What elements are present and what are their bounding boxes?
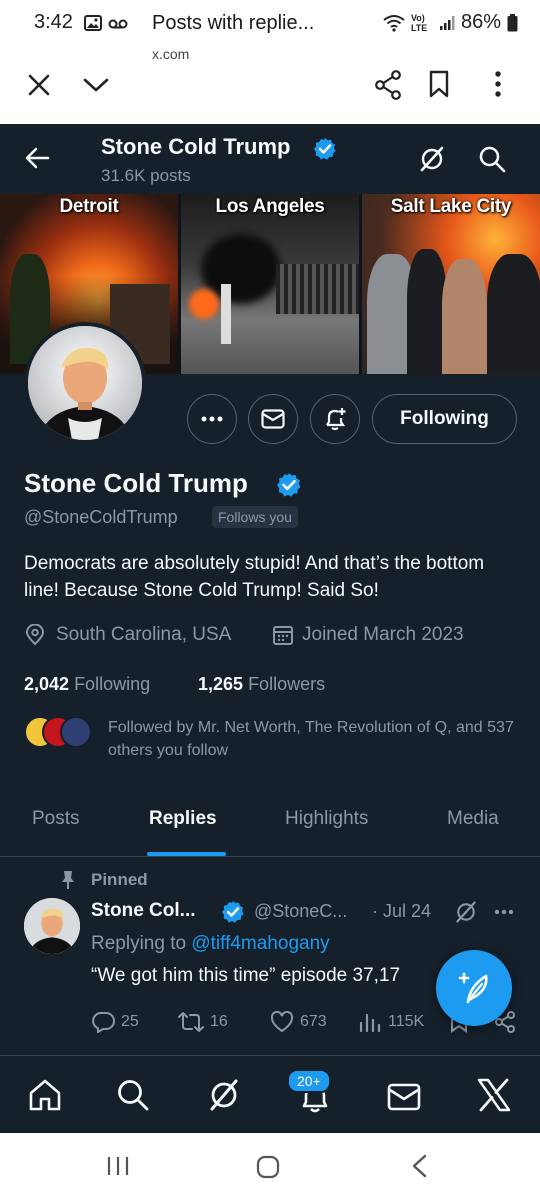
profile-bio: Democrats are absolutely stupid! And tha… [24,553,485,601]
repost-count: 16 [210,1013,228,1030]
bell-plus-icon [326,408,346,431]
repost-button[interactable]: 16 [178,1011,228,1033]
verified-badge-icon [221,900,245,924]
browser-page-url: x.com [152,46,190,62]
tab-posts[interactable]: Posts [32,808,80,830]
header-posts-count: 31.6K posts [101,166,191,185]
header-profile-name: Stone Cold Trump [101,134,291,159]
follows-you-badge: Follows you [212,506,298,528]
status-right: Vo) LTE 86% [383,11,518,34]
profile-location: South Carolina, USA [24,624,231,646]
post-author-handle: @StoneC... [254,901,348,921]
status-notification-icons [84,14,128,32]
following-count: 2,042 [24,674,70,694]
analytics-icon [359,1013,381,1033]
back-chevron-icon[interactable] [410,1154,428,1178]
calendar-icon [273,626,293,645]
back-arrow-icon[interactable] [24,146,50,170]
message-button[interactable] [248,394,298,444]
network-type-label: Vo) LTE [410,12,428,33]
tab-media[interactable]: Media [447,808,499,830]
like-count: 673 [300,1013,327,1030]
profile-avatar[interactable] [24,322,146,444]
following-button[interactable]: Following [372,394,517,444]
battery-icon [507,13,518,31]
reply-button[interactable]: 25 [91,1011,139,1033]
share-icon[interactable] [374,70,402,100]
tab-replies[interactable]: Replies [149,808,217,830]
location-text: South Carolina, USA [56,624,232,645]
signal-icon [439,15,455,30]
followers-count-link[interactable]: 1,265 Followers [198,674,325,695]
home-circle-icon[interactable] [256,1155,280,1179]
replying-to-prefix: Replying to [91,933,187,954]
pin-icon [60,870,76,890]
view-count: 115K [388,1013,425,1030]
banner-label-salt-lake-city: Salt Lake City [390,196,512,217]
tab-highlights[interactable]: Highlights [285,808,368,830]
like-button[interactable]: 673 [270,1011,327,1033]
voicemail-icon [108,19,128,29]
pinned-label: Pinned [91,870,148,889]
banner-label-detroit: Detroit [59,196,119,217]
post-date[interactable]: · Jul 24 [372,901,431,922]
joined-text: Joined March 2023 [302,624,464,645]
following-count-link[interactable]: 2,042 Following [24,674,150,695]
grok-icon[interactable] [418,145,446,173]
more-horizontal-icon [201,416,223,422]
notify-button[interactable] [310,394,360,444]
post-author-avatar[interactable] [24,898,80,954]
bookmark-icon[interactable] [428,70,450,98]
gallery-icon [84,15,102,31]
browser-tab-bar [0,48,540,124]
status-time: 3:42 [34,11,73,33]
reply-count: 25 [121,1013,139,1030]
recent-apps-icon[interactable] [106,1155,130,1177]
follower-avatar [60,716,92,748]
chevron-down-icon[interactable] [82,76,110,94]
location-pin-icon [25,624,45,646]
following-label: Following [74,674,151,694]
tabs-divider [0,856,540,857]
views-button[interactable]: 115K [358,1011,424,1033]
search-icon[interactable] [478,145,506,173]
grok-icon[interactable] [207,1078,241,1112]
compose-feather-icon [458,972,488,1004]
followed-by-text[interactable]: Followed by Mr. Net Worth, The Revolutio… [108,716,518,762]
x-logo-icon[interactable] [476,1078,512,1112]
verified-badge-icon [313,137,337,161]
banner-panel-los-angeles: Los Angeles [181,194,359,374]
wifi-icon [383,14,405,32]
notifications-badge: 20+ [287,1069,331,1093]
post-text: “We got him this time” episode 37,17 [91,965,401,986]
grok-icon[interactable] [454,900,478,924]
followers-label: Followers [248,674,326,694]
replying-to-handle-link[interactable]: @tiff4mahogany [191,933,329,954]
banner-panel-salt-lake-city: Salt Lake City [362,194,540,374]
repost-icon [178,1012,204,1032]
replying-to-line: Replying to @tiff4mahogany [91,933,330,955]
followers-count: 1,265 [198,674,244,694]
battery-percent: 86% [460,11,501,33]
banner-label-los-angeles: Los Angeles [215,196,325,217]
profile-handle: @StoneColdTrump [24,507,178,527]
post-more-icon[interactable] [494,909,514,915]
bottom-navigation [0,1055,540,1133]
mail-icon [261,409,285,429]
browser-page-title: Posts with replie... [152,12,315,34]
search-icon[interactable] [116,1078,150,1112]
compose-post-button[interactable] [436,950,512,1026]
more-options-button[interactable] [187,394,237,444]
profile-name: Stone Cold Trump [24,468,248,498]
mail-icon[interactable] [387,1082,421,1112]
close-icon[interactable] [26,72,52,98]
verified-badge-icon [276,472,302,498]
heart-icon [270,1011,294,1033]
more-vert-icon[interactable] [494,70,502,98]
followed-by-avatars[interactable] [24,716,92,750]
home-icon[interactable] [28,1078,62,1112]
reply-icon [92,1012,115,1033]
post-author-name[interactable]: Stone Col... [91,900,196,922]
profile-joined: Joined March 2023 [272,624,464,646]
